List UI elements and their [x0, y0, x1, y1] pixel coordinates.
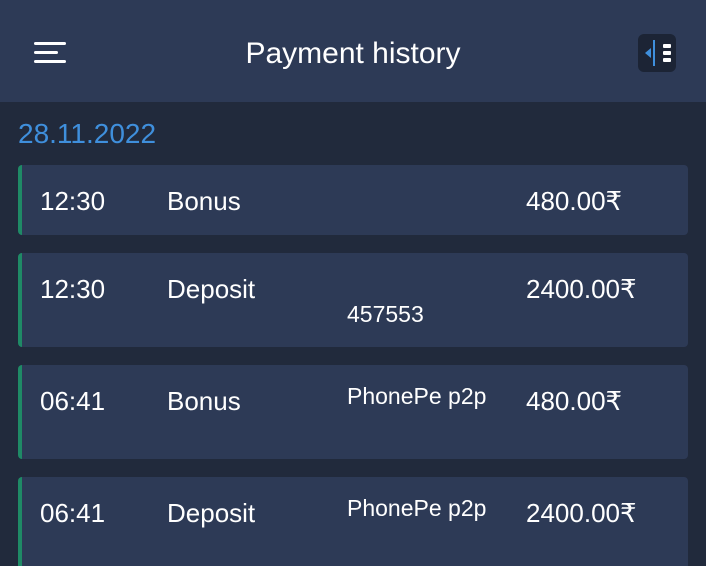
transaction-amount: 2400.00₹: [526, 274, 637, 304]
transaction-amount: 480.00₹: [526, 186, 623, 216]
transaction-type: Bonus: [167, 386, 241, 416]
collapse-panel-icon[interactable]: [638, 34, 676, 72]
transaction-row[interactable]: 06:41 Bonus PhonePe p2p 480.00₹: [18, 365, 688, 459]
transaction-row[interactable]: 06:41 Deposit PhonePe p2p 2400.00₹: [18, 477, 688, 566]
transaction-row[interactable]: 12:30 Bonus 480.00₹: [18, 165, 688, 235]
transaction-time: 06:41: [40, 498, 106, 528]
transaction-method: 457553: [347, 301, 424, 327]
transaction-time: 12:30: [40, 186, 106, 216]
transaction-type: Deposit: [167, 274, 256, 304]
transaction-method: PhonePe p2p: [347, 383, 487, 409]
app-header: Payment history: [0, 0, 706, 102]
transaction-time: 06:41: [40, 386, 106, 416]
transaction-type: Deposit: [167, 498, 256, 528]
transaction-method: PhonePe p2p: [347, 495, 487, 521]
transaction-time: 12:30: [40, 274, 106, 304]
transaction-type: Bonus: [167, 186, 241, 216]
transaction-amount: 2400.00₹: [526, 498, 637, 528]
transaction-amount: 480.00₹: [526, 386, 623, 416]
page-title: Payment history: [245, 37, 461, 70]
date-heading: 28.11.2022: [18, 118, 157, 149]
transaction-row[interactable]: 12:30 Deposit 457553 2400.00₹: [18, 253, 688, 347]
